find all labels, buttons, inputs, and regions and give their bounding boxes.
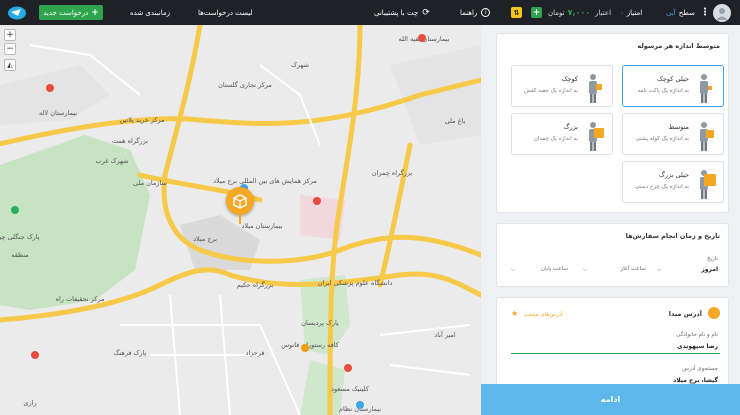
map-label: فرحزاد <box>246 349 265 357</box>
add-credit-button[interactable]: + <box>531 7 542 18</box>
courier-figure-icon <box>589 74 602 103</box>
map-label: بیمارستان میلاد <box>241 222 282 230</box>
courier-figure-icon <box>700 74 712 103</box>
date-card: تاریخ و زمان انجام سفارش‌ها تاریخ امروز … <box>496 223 729 287</box>
map-label: پارک جنگلی چیتگر <box>0 233 40 241</box>
center-marker-stem <box>239 214 241 224</box>
size-option-desc: به اندازه یک کوله پشتی <box>635 136 689 142</box>
search-label: جستجوی آدرس <box>682 366 718 372</box>
size-option-name: خیلی کوچک <box>657 75 689 83</box>
name-input[interactable]: رضا سپهوندی <box>677 343 718 350</box>
size-option-name: بزرگ <box>563 123 578 131</box>
size-option-name: کوچک <box>561 75 578 83</box>
menu-icon[interactable]: ⋮ <box>700 0 710 25</box>
name-input-underline <box>511 353 720 354</box>
app-logo[interactable] <box>6 0 28 25</box>
help-link[interactable]: i راهنما <box>460 0 491 25</box>
map-label: شهرک غرب <box>95 157 128 165</box>
start-time-select[interactable]: ساعت آغاز <box>621 266 646 272</box>
zoom-out-button[interactable]: − <box>4 43 16 55</box>
map-label: مرکز تحقیقات راه <box>56 295 105 303</box>
size-option-name: متوسط <box>668 123 689 131</box>
courier-figure-icon <box>700 170 716 199</box>
favorite-addresses-link[interactable]: آدرس‌های منتخب ★ <box>511 309 563 318</box>
order-panel: متوسط اندازه هر مرسوله خیلی کوچک به انداز… <box>481 25 740 415</box>
size-option[interactable]: کوچک به اندازه یک جعبه کفش <box>511 65 613 107</box>
map-label: کلینیک مسعود <box>331 385 370 393</box>
map-label: کافه رستوران فانوس <box>281 341 340 349</box>
origin-pin-icon <box>708 307 720 319</box>
map-label: منطقه <box>11 251 29 259</box>
size-option-desc: به اندازه یک پاکت نامه <box>637 88 689 94</box>
support-chat-link[interactable]: ⟳ چت با پشتیبانی <box>374 0 430 25</box>
date-select[interactable]: امروز <box>701 266 718 273</box>
map-label: بزرگراه حکیم <box>237 281 274 289</box>
size-option[interactable]: خیلی کوچک به اندازه یک پاکت نامه <box>622 65 724 107</box>
address-search-input[interactable]: گیشا، برج میلاد <box>673 377 718 384</box>
end-time-select[interactable]: ساعت پایان <box>541 266 568 272</box>
info-icon: i <box>481 8 491 17</box>
requests-link[interactable]: لیست درخواست‌ها <box>198 0 253 25</box>
date-label: تاریخ <box>707 256 718 262</box>
end-time-chevron-icon: ⌵ <box>511 266 516 273</box>
map-label: پارک پردیسان <box>301 319 339 327</box>
map-label: بزرگراه چمران <box>372 169 413 177</box>
courier-figure-icon <box>700 122 714 151</box>
plus-icon: + <box>91 7 99 18</box>
continue-button[interactable]: ادامه <box>481 384 740 415</box>
size-option-desc: به اندازه یک جعبه کفش <box>523 88 578 94</box>
package-icon <box>233 194 247 209</box>
chat-icon: ⟳ <box>422 7 430 18</box>
scheduled-link[interactable]: زمانبندی شده <box>130 0 170 25</box>
map-label: سازمان ملی <box>133 179 167 187</box>
courier-figure-icon <box>589 122 604 151</box>
level-display: سطح آبی <box>666 8 695 17</box>
map-label: مرکز همایش های بین المللی برج میلاد <box>213 177 317 185</box>
map-label: دانشگاه علوم پزشکی ایران <box>318 279 393 287</box>
user-icon <box>716 8 728 20</box>
size-option[interactable]: خیلی بزرگ به اندازه یک چرخ دستی <box>622 161 724 203</box>
map-label: بیمارستان لاله <box>39 109 77 117</box>
zoom-in-button[interactable]: + <box>4 29 16 41</box>
locate-button[interactable]: ◭ <box>4 59 16 71</box>
size-option[interactable]: بزرگ به اندازه یک چمدان <box>511 113 613 155</box>
map-label: باغ ملی <box>445 117 466 125</box>
map-label: امیر آباد <box>434 330 456 339</box>
size-option-desc: به اندازه یک چرخ دستی <box>634 184 689 190</box>
map[interactable]: بیمارستان بقیه الله شهرک بیمارستان لاله مرک… <box>0 25 481 415</box>
size-card: متوسط اندازه هر مرسوله خیلی کوچک به انداز… <box>496 33 729 213</box>
top-bar: + درخواست جدید زمانبندی شده لیست درخواست… <box>0 0 740 25</box>
start-time-chevron-icon: ⌵ <box>583 266 588 273</box>
map-label: رازی <box>23 399 36 407</box>
date-chevron-icon: ⌵ <box>657 266 662 273</box>
map-label: بزرگراه همت <box>112 137 148 145</box>
map-label: مرکز خرید پلاتین <box>119 116 164 124</box>
map-label: برج میلاد <box>193 235 217 243</box>
avatar[interactable] <box>713 4 731 22</box>
wallet-icon[interactable]: ⇅ <box>511 7 522 18</box>
size-section-title: متوسط اندازه هر مرسوله <box>637 42 720 50</box>
points-display: امتیاز ۰ <box>620 8 643 17</box>
size-option-name: خیلی بزرگ <box>659 171 689 179</box>
credit-display: اعتبار ۷,۰۰۰ تومان <box>548 8 612 17</box>
size-option-desc: به اندازه یک چمدان <box>533 136 578 142</box>
star-icon: ★ <box>511 309 519 318</box>
logo-icon <box>8 6 26 19</box>
map-label: مرکز تجاری گلستان <box>218 81 272 89</box>
center-marker[interactable] <box>226 187 254 215</box>
map-label: شهرک <box>291 61 309 69</box>
size-option[interactable]: متوسط به اندازه یک کوله پشتی <box>622 113 724 155</box>
new-request-button[interactable]: + درخواست جدید <box>39 5 103 20</box>
date-section-title: تاریخ و زمان انجام سفارش‌ها <box>625 232 720 240</box>
name-label: نام و نام خانوادگی <box>676 332 718 338</box>
map-label: پارک فرهنگ <box>114 349 147 357</box>
origin-title: آدرس مبدا <box>668 310 702 318</box>
